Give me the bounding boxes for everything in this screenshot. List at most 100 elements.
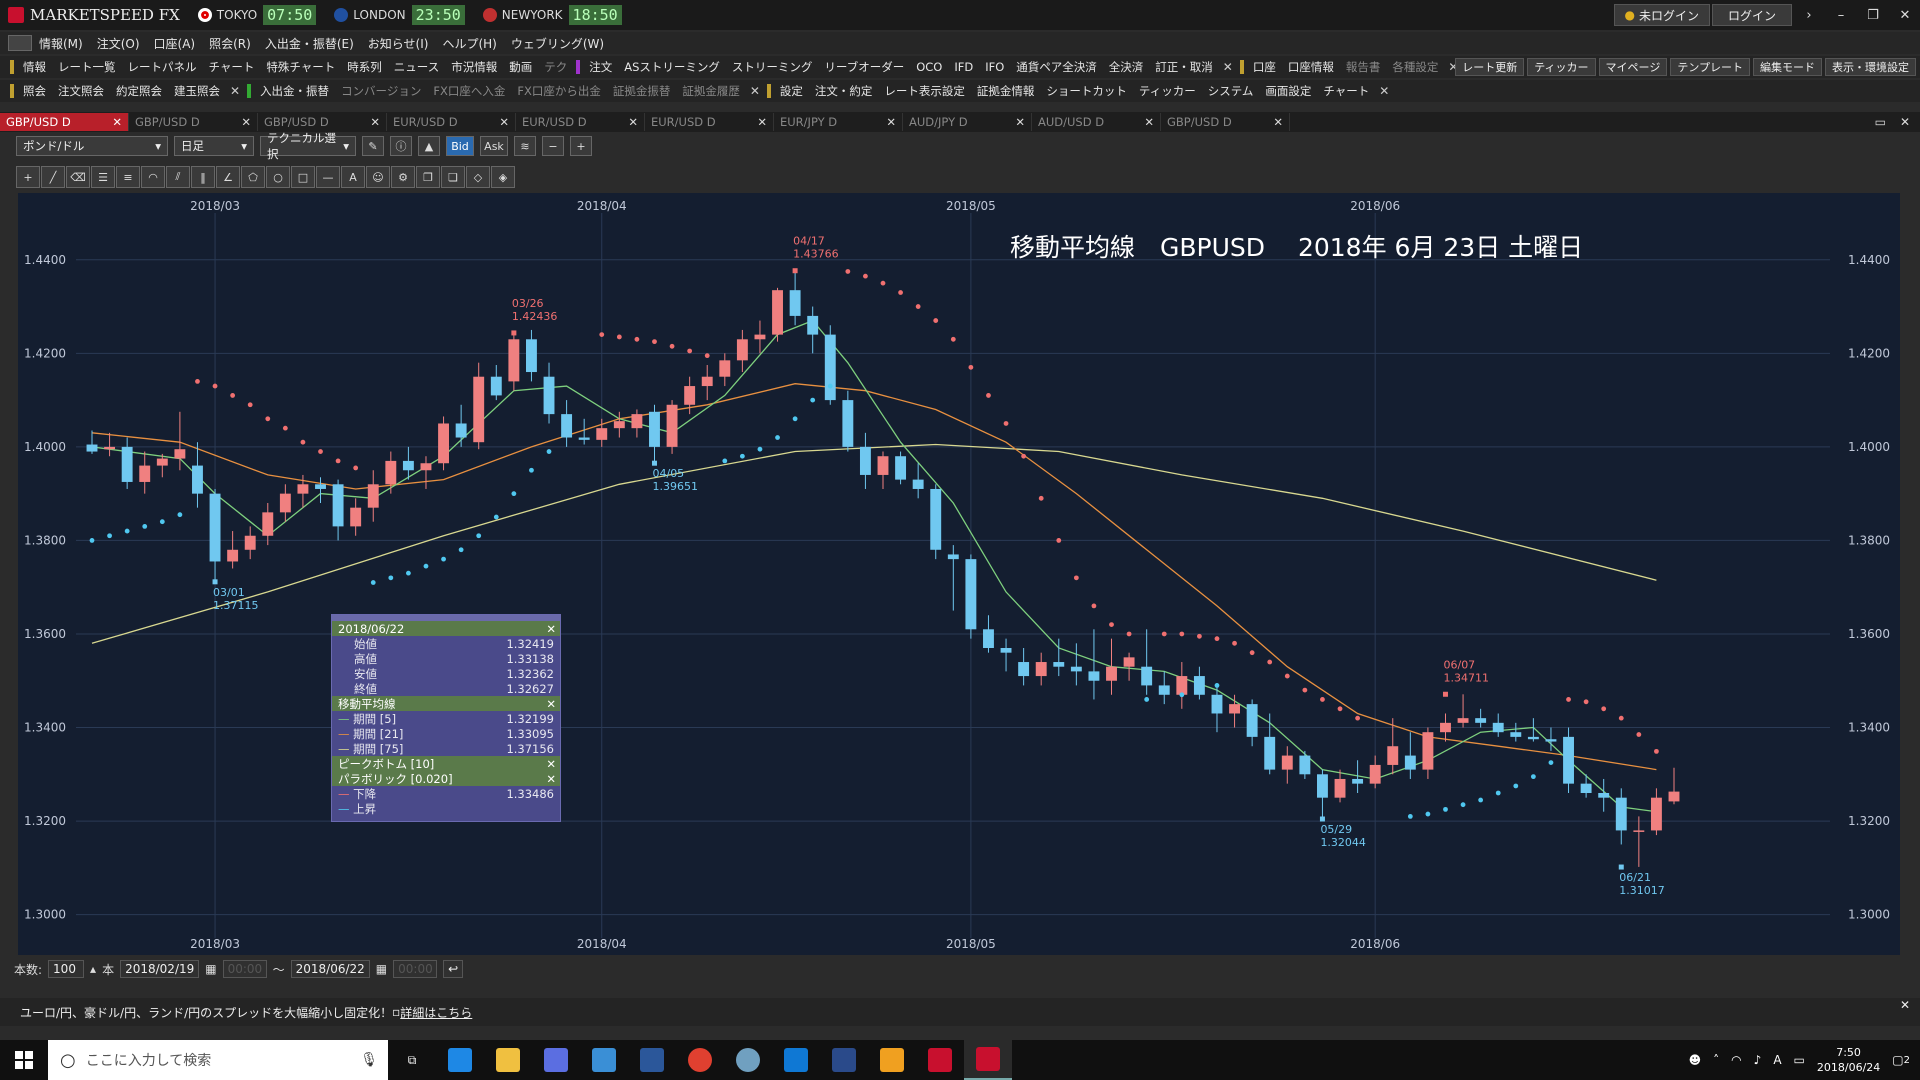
toolbar-item[interactable]: 報告書 — [1340, 59, 1387, 75]
toolbar-item[interactable]: ティッカー — [1133, 83, 1202, 99]
store-icon[interactable] — [580, 1040, 628, 1080]
tab-close-icon[interactable]: ✕ — [1015, 115, 1025, 129]
zoom-in-icon[interactable]: + — [570, 136, 592, 156]
to-date-field[interactable]: 2018/06/22 — [290, 960, 370, 978]
menu-order[interactable]: 注文(O) — [90, 35, 147, 52]
toolbar-item[interactable]: 注文・約定 — [809, 83, 879, 99]
news-link[interactable]: 詳細はこちら — [400, 1004, 472, 1021]
toolbar-item[interactable]: 証拠金情報 — [971, 83, 1041, 99]
compare-icon[interactable]: ≋ — [514, 136, 536, 156]
info-icon[interactable]: ⓘ — [390, 136, 412, 156]
windows-start-icon[interactable] — [0, 1040, 48, 1080]
tab-close-icon[interactable]: ✕ — [370, 115, 380, 129]
tab-close-icon[interactable]: ✕ — [1273, 115, 1283, 129]
ohlc-info-panel[interactable]: 2018/06/22 ✕ 始値 1.32419 高値 1.33138 安値 1.3236… — [331, 614, 561, 822]
app-icon[interactable] — [868, 1040, 916, 1080]
login-status-button[interactable]: ● 未ログイン — [1613, 4, 1710, 26]
technical-select[interactable]: テクニカル選択 ▾ — [260, 131, 356, 161]
toolbar-item[interactable]: 建玉照会 — [168, 83, 226, 99]
toolbar-item[interactable]: ストリーミング — [726, 59, 819, 75]
chevron-up-icon[interactable]: ˄ — [1713, 1053, 1719, 1067]
chrome-icon[interactable] — [676, 1040, 724, 1080]
menu-transfer[interactable]: 入出金・振替(E) — [258, 35, 361, 52]
menu-notice[interactable]: お知らせ(I) — [361, 35, 436, 52]
hline-icon[interactable]: — — [316, 166, 340, 188]
count-select[interactable]: 100 — [48, 960, 85, 978]
tab-close-icon[interactable]: ✕ — [757, 115, 767, 129]
settings-icon[interactable]: ⚙ — [391, 166, 415, 188]
menu-webring[interactable]: ウェブリング(W) — [504, 35, 611, 52]
toolbar-item[interactable]: 注文照会 — [52, 83, 110, 99]
bid-button[interactable]: Bid — [446, 136, 474, 156]
toolbar-item[interactable]: システム — [1202, 83, 1260, 99]
toolbar-item[interactable]: 特殊チャート — [260, 59, 341, 75]
hamburger-icon[interactable] — [8, 35, 32, 51]
toolbar-item[interactable]: チャート — [203, 59, 261, 75]
calendar-app-icon[interactable] — [532, 1040, 580, 1080]
close-icon[interactable]: ✕ — [746, 84, 764, 98]
toolbar-item[interactable]: レート一覧 — [52, 59, 122, 75]
toolbar-item[interactable]: 口座情報 — [1282, 59, 1340, 75]
eraser-icon[interactable]: ⌫ — [66, 166, 90, 188]
tab-chart-8[interactable]: AUD/JPY D ✕ — [903, 113, 1032, 131]
tab-chart-7[interactable]: EUR/JPY D ✕ — [774, 113, 903, 131]
pentagon-icon[interactable]: ⬠ — [241, 166, 265, 188]
tab-close-icon[interactable]: ✕ — [112, 115, 122, 129]
close-icon[interactable]: ✕ — [546, 757, 556, 771]
close-icon[interactable]: ✕ — [226, 84, 244, 98]
price-chart[interactable]: 1.4400 1.4400 1.4200 1.4200 1.4000 1.4000 1.38… — [18, 193, 1900, 955]
toolbar-item[interactable]: 各種設定 — [1386, 59, 1444, 75]
microphone-icon[interactable]: 🎙 — [360, 1052, 378, 1068]
from-time-field[interactable]: 00:00 — [222, 960, 267, 978]
circle-icon[interactable]: ○ — [266, 166, 290, 188]
menu-account[interactable]: 口座(A) — [147, 35, 203, 52]
toolbar-item[interactable]: レート表示設定 — [878, 83, 971, 99]
edge-icon[interactable] — [772, 1040, 820, 1080]
tab-chart-6[interactable]: EUR/USD D ✕ — [645, 113, 774, 131]
fan-icon[interactable]: ◠ — [141, 166, 165, 188]
toolbar-item[interactable]: 訂正・取消 — [1149, 59, 1219, 75]
toolbar-item[interactable]: テク — [538, 59, 573, 75]
paste-icon[interactable]: ❏ — [441, 166, 465, 188]
tab-chart-9[interactable]: AUD/USD D ✕ — [1032, 113, 1161, 131]
close-icon[interactable]: ✕ — [546, 772, 556, 786]
login-button[interactable]: ログイン — [1712, 4, 1792, 26]
apply-button[interactable]: ↩ — [443, 960, 464, 978]
taskbar-clock[interactable]: 7:50 2018/06/24 — [1817, 1045, 1880, 1075]
tab-chart-4[interactable]: EUR/USD D ✕ — [387, 113, 516, 131]
area-chart-icon[interactable]: ▲ — [418, 136, 440, 156]
chart-canvas[interactable]: 1.4400 1.4400 1.4200 1.4200 1.4000 1.4000 1.38… — [18, 193, 1900, 955]
app-icon[interactable] — [820, 1040, 868, 1080]
ime-indicator[interactable]: A — [1773, 1053, 1781, 1067]
fibonacci-icon[interactable]: ≡ — [116, 166, 140, 188]
trend-line-icon[interactable]: ╱ — [41, 166, 65, 188]
text-icon[interactable]: A — [341, 166, 365, 188]
toolbar-item[interactable]: ニュース — [388, 59, 445, 75]
menu-help[interactable]: ヘルプ(H) — [435, 35, 503, 52]
close-icon[interactable]: ✕ — [1900, 115, 1910, 129]
tab-chart-2[interactable]: GBP/USD D ✕ — [129, 113, 258, 131]
vertical-lines-icon[interactable]: ‖ — [191, 166, 215, 188]
toolbar-item[interactable]: 証拠金振替 — [607, 83, 677, 99]
horizontal-lines-icon[interactable]: ☰ — [91, 166, 115, 188]
ie-icon[interactable] — [436, 1040, 484, 1080]
marketspeed-fx-icon[interactable] — [964, 1040, 1012, 1080]
edit-mode-button[interactable]: 編集モード — [1753, 58, 1822, 76]
word-icon[interactable] — [628, 1040, 676, 1080]
gann-icon[interactable]: ∠ — [216, 166, 240, 188]
ask-button[interactable]: Ask — [480, 136, 508, 156]
toolbar-item[interactable]: リーブオーダー — [818, 59, 910, 75]
restore-icon[interactable]: ❐ — [1858, 4, 1888, 26]
toolbar-item[interactable]: 市況情報 — [445, 59, 503, 75]
menu-inquiry[interactable]: 照会(R) — [202, 35, 258, 52]
tab-chart-10[interactable]: GBP/USD D ✕ — [1161, 113, 1290, 131]
close-icon[interactable]: ✕ — [1890, 4, 1920, 26]
taskbar-search[interactable]: ○ ここに入力して検索 🎙 — [48, 1040, 388, 1080]
rate-update-button[interactable]: レート更新 — [1455, 58, 1525, 76]
toolbar-item[interactable]: OCO — [910, 60, 948, 74]
currency-pair-select[interactable]: ポンド/ドル ▾ — [16, 136, 168, 156]
toolbar-item[interactable]: 時系列 — [341, 59, 388, 75]
toolbar-item[interactable]: 約定照会 — [110, 83, 168, 99]
zoom-out-icon[interactable]: − — [542, 136, 564, 156]
tab-chart-5[interactable]: EUR/USD D ✕ — [516, 113, 645, 131]
